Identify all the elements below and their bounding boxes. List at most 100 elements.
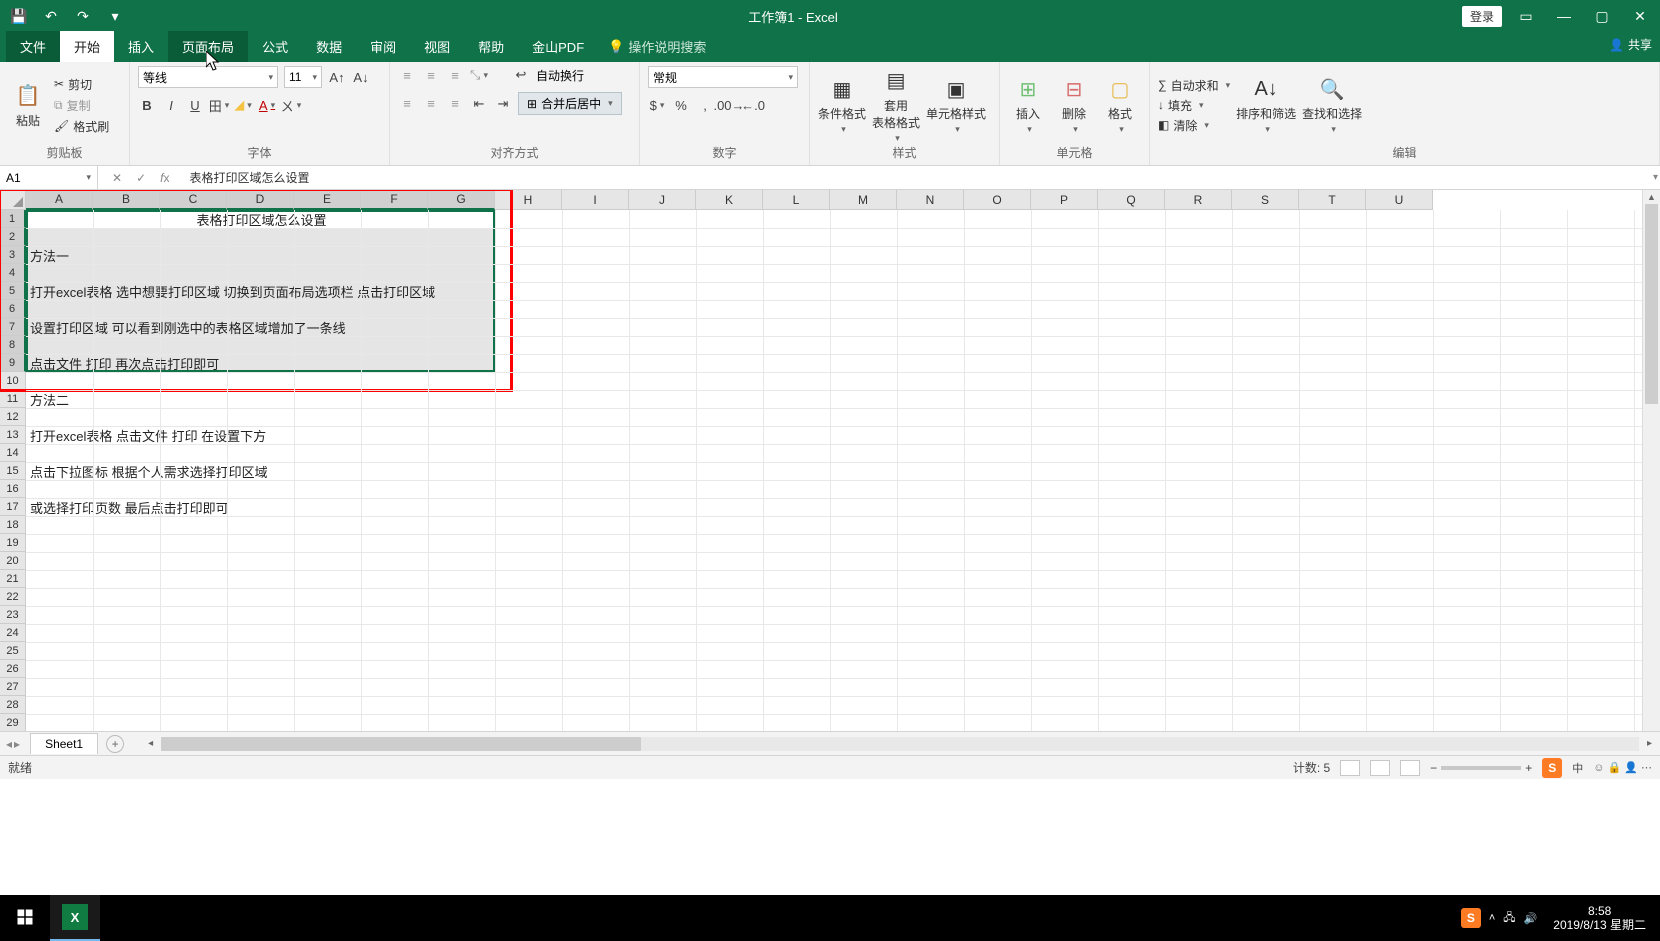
col-header-C[interactable]: C — [160, 190, 227, 210]
col-header-T[interactable]: T — [1299, 190, 1366, 210]
row-header-17[interactable]: 17 — [0, 498, 26, 516]
cell-a3[interactable]: 方法一 — [28, 246, 69, 264]
number-format-combo[interactable]: 常规▾ — [648, 66, 798, 88]
page-break-view-icon[interactable] — [1400, 760, 1420, 776]
row-header-29[interactable]: 29 — [0, 714, 26, 732]
row-header-2[interactable]: 2 — [0, 228, 26, 246]
zoom-in-icon[interactable]: + — [1525, 761, 1532, 775]
tray-volume-icon[interactable]: 🔊 — [1524, 912, 1538, 925]
share-button[interactable]: 👤 共享 — [1609, 36, 1652, 53]
row-header-8[interactable]: 8 — [0, 336, 26, 354]
sheet-nav-first-icon[interactable]: ◂ — [6, 737, 12, 751]
enter-formula-icon[interactable]: ✓ — [136, 171, 146, 185]
tray-chevron-icon[interactable]: ˄ — [1489, 912, 1495, 924]
comma-icon[interactable]: , — [696, 96, 714, 114]
cell-a1[interactable]: 表格打印区域怎么设置 — [26, 210, 495, 228]
row-header-23[interactable]: 23 — [0, 606, 26, 624]
row-header-14[interactable]: 14 — [0, 444, 26, 462]
col-header-H[interactable]: H — [495, 190, 562, 210]
row-header-12[interactable]: 12 — [0, 408, 26, 426]
col-header-J[interactable]: J — [629, 190, 696, 210]
col-header-S[interactable]: S — [1232, 190, 1299, 210]
phonetic-button[interactable]: ㄨ — [282, 96, 300, 114]
conditional-format-button[interactable]: ▦条件格式 — [818, 75, 866, 135]
undo-icon[interactable]: ↶ — [42, 7, 60, 25]
col-header-R[interactable]: R — [1165, 190, 1232, 210]
minimize-icon[interactable]: — — [1550, 4, 1578, 28]
cell-a17[interactable]: 或选择打印页数 最后点击打印即可 — [28, 498, 229, 516]
taskbar-excel[interactable]: X — [50, 895, 100, 941]
row-header-6[interactable]: 6 — [0, 300, 26, 318]
tab-help[interactable]: 帮助 — [464, 31, 518, 62]
decrease-indent-icon[interactable]: ⇤ — [470, 95, 488, 113]
col-header-G[interactable]: G — [428, 190, 495, 210]
row-header-26[interactable]: 26 — [0, 660, 26, 678]
clear-button[interactable]: ◧清除 — [1158, 117, 1230, 134]
font-color-button[interactable]: A — [258, 96, 276, 114]
login-button[interactable]: 登录 — [1462, 6, 1502, 27]
vscroll-thumb[interactable] — [1645, 204, 1658, 404]
tell-me[interactable]: 💡 操作说明搜索 — [598, 31, 716, 62]
maximize-icon[interactable]: ▢ — [1588, 4, 1616, 28]
row-header-15[interactable]: 15 — [0, 462, 26, 480]
col-header-L[interactable]: L — [763, 190, 830, 210]
tray-extra-icons[interactable]: ☺ 🔒 👤 ⋯ — [1593, 761, 1652, 774]
col-header-D[interactable]: D — [227, 190, 294, 210]
paste-button[interactable]: 📋 粘贴 — [8, 82, 48, 129]
increase-indent-icon[interactable]: ⇥ — [494, 95, 512, 113]
cell-styles-button[interactable]: ▣单元格样式 — [926, 75, 986, 135]
ime-status[interactable]: 中 — [1572, 760, 1583, 776]
align-middle-icon[interactable]: ≡ — [422, 66, 440, 84]
cell-a15[interactable]: 点击下拉图标 根据个人需求选择打印区域 — [28, 462, 268, 480]
percent-icon[interactable]: % — [672, 96, 690, 114]
name-box[interactable]: A1▾ — [0, 166, 98, 189]
ribbon-options-icon[interactable]: ▭ — [1512, 4, 1540, 28]
col-header-E[interactable]: E — [294, 190, 361, 210]
spreadsheet-grid[interactable]: ABCDEFGHIJKLMNOPQRSTU 123456789101112131… — [0, 190, 1642, 741]
copy-button[interactable]: ⧉复制 — [54, 97, 109, 114]
decrease-font-icon[interactable]: A↓ — [352, 68, 370, 86]
font-name-combo[interactable]: 等线▾ — [138, 66, 278, 88]
tab-view[interactable]: 视图 — [410, 31, 464, 62]
qat-more-icon[interactable]: ▾ — [106, 7, 124, 25]
col-header-I[interactable]: I — [562, 190, 629, 210]
start-button[interactable] — [0, 895, 50, 941]
row-header-9[interactable]: 9 — [0, 354, 26, 372]
row-header-16[interactable]: 16 — [0, 480, 26, 498]
tab-file[interactable]: 文件 — [6, 31, 60, 62]
wrap-text-button[interactable]: 自动换行 — [536, 67, 584, 84]
increase-font-icon[interactable]: A↑ — [328, 68, 346, 86]
zoom-out-icon[interactable]: − — [1430, 761, 1437, 775]
col-header-M[interactable]: M — [830, 190, 897, 210]
row-header-22[interactable]: 22 — [0, 588, 26, 606]
row-header-19[interactable]: 19 — [0, 534, 26, 552]
select-all-triangle[interactable] — [0, 190, 26, 210]
sogou-ime-icon[interactable]: S — [1542, 758, 1562, 778]
tab-wps-pdf[interactable]: 金山PDF — [518, 31, 598, 62]
cells-area[interactable]: 表格打印区域怎么设置 方法一 打开excel表格 选中想要打印区域 切换到页面布… — [26, 210, 1642, 741]
underline-button[interactable]: U — [186, 96, 204, 114]
col-header-F[interactable]: F — [361, 190, 428, 210]
currency-icon[interactable]: $ — [648, 96, 666, 114]
page-layout-view-icon[interactable] — [1370, 760, 1390, 776]
align-right-icon[interactable]: ≡ — [446, 95, 464, 113]
insert-cells-button[interactable]: ⊞插入 — [1008, 75, 1048, 135]
row-header-4[interactable]: 4 — [0, 264, 26, 282]
sheet-tab-sheet1[interactable]: Sheet1 — [30, 733, 98, 754]
align-bottom-icon[interactable]: ≡ — [446, 66, 464, 84]
tab-insert[interactable]: 插入 — [114, 31, 168, 62]
fill-color-button[interactable]: ◢ — [234, 96, 252, 114]
row-header-3[interactable]: 3 — [0, 246, 26, 264]
row-header-1[interactable]: 1 — [0, 210, 26, 228]
row-header-24[interactable]: 24 — [0, 624, 26, 642]
row-header-21[interactable]: 21 — [0, 570, 26, 588]
row-header-27[interactable]: 27 — [0, 678, 26, 696]
col-header-B[interactable]: B — [93, 190, 160, 210]
row-header-5[interactable]: 5 — [0, 282, 26, 300]
col-header-K[interactable]: K — [696, 190, 763, 210]
font-size-combo[interactable]: 11▾ — [284, 66, 322, 88]
row-header-13[interactable]: 13 — [0, 426, 26, 444]
row-header-20[interactable]: 20 — [0, 552, 26, 570]
hscroll-right-icon[interactable]: ▸ — [1643, 738, 1656, 749]
cell-a11[interactable]: 方法二 — [28, 390, 69, 408]
